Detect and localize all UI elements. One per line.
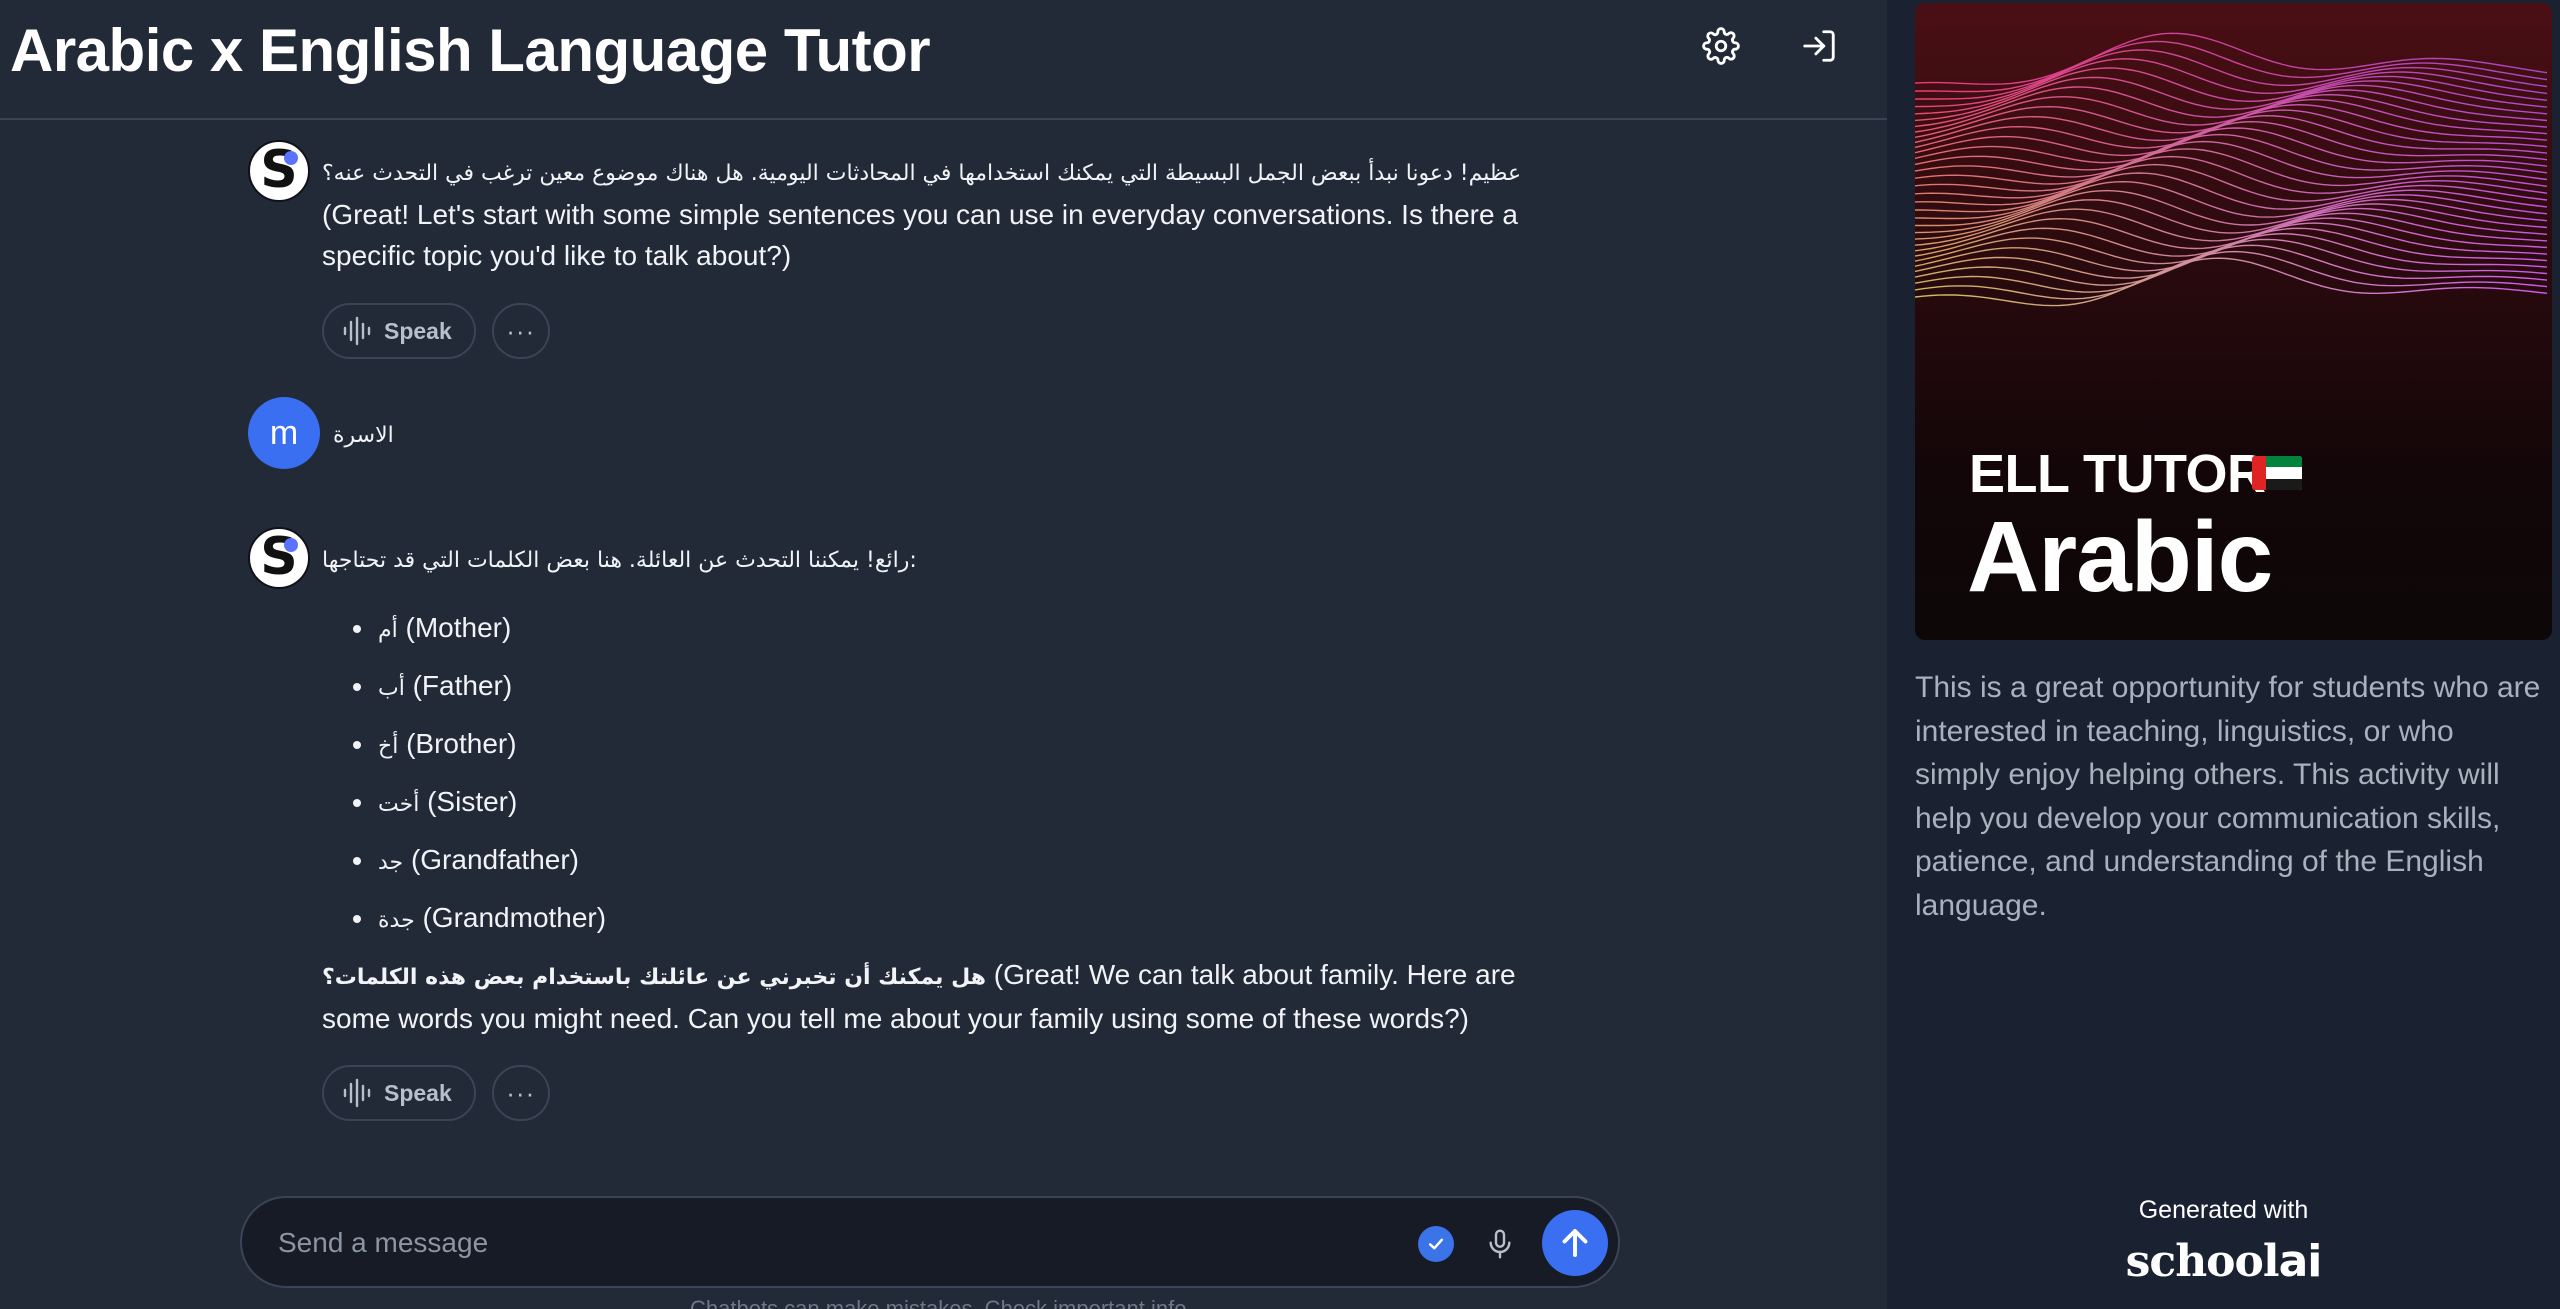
cover-subtitle: ELL TUTOR xyxy=(1969,444,2266,504)
logo-dot xyxy=(284,538,298,552)
send-button[interactable] xyxy=(1542,1210,1608,1276)
microphone-button[interactable] xyxy=(1478,1222,1522,1266)
list-item: جد (Grandfather) xyxy=(376,832,606,890)
speak-button[interactable]: Speak xyxy=(322,1065,476,1121)
wave-line xyxy=(1915,238,2548,286)
list-item: أب (Father) xyxy=(376,658,606,716)
assistant-avatar: S xyxy=(248,140,310,202)
more-options-button[interactable]: ··· xyxy=(491,303,550,359)
ellipsis-icon: ··· xyxy=(506,315,536,346)
user-message: الاسرة xyxy=(333,412,1593,456)
assistant-message: عظيم! دعونا نبدأ ببعض الجمل البسيطة التي… xyxy=(322,150,1582,276)
soundwave-icon xyxy=(343,316,371,346)
speak-label: Speak xyxy=(384,1079,452,1106)
disclaimer-text: Chatbots can make mistakes. Check import… xyxy=(690,1296,1193,1309)
message-actions: Speak ··· xyxy=(322,1065,550,1121)
more-options-button[interactable]: ··· xyxy=(491,1065,550,1121)
message-english: (Great! Let's start with some simple sen… xyxy=(322,199,1518,271)
list-item: أخت (Sister) xyxy=(376,774,606,832)
brand-word: school xyxy=(2125,1236,2280,1287)
message-arabic: عظيم! دعونا نبدأ ببعض الجمل البسيطة التي… xyxy=(322,161,1522,186)
logout-button[interactable] xyxy=(1795,22,1843,70)
avatar-letter: m xyxy=(269,413,299,452)
chat-pane: Arabic x English Language Tutor S عظيم! … xyxy=(0,0,1887,1309)
assistant-message-question: هل يمكنك أن تخبرني عن عائلتك باستخدام بع… xyxy=(322,954,1582,1039)
user-message-text: الاسرة xyxy=(333,423,394,448)
question-arabic: هل يمكنك أن تخبرني عن عائلتك باستخدام بع… xyxy=(322,965,986,990)
uae-flag-icon xyxy=(2252,456,2302,490)
settings-button[interactable] xyxy=(1697,22,1745,70)
verify-toggle[interactable] xyxy=(1418,1226,1454,1262)
assistant-message-intro: رائع! يمكننا التحدث عن العائلة. هنا بعض … xyxy=(322,537,1582,581)
intro-arabic: رائع! يمكننا التحدث عن العائلة. هنا بعض … xyxy=(322,548,917,573)
wave-line xyxy=(1915,257,2548,307)
assistant-avatar: S xyxy=(248,527,310,589)
soundwave-icon xyxy=(343,1078,371,1108)
brand-suffix: ai xyxy=(2278,1236,2323,1287)
check-icon xyxy=(1428,1238,1444,1250)
wave-line xyxy=(1915,199,2548,240)
arrow-up-icon xyxy=(1562,1229,1588,1257)
speak-button[interactable]: Speak xyxy=(322,303,476,359)
speak-label: Speak xyxy=(384,317,452,344)
wave-lines-graphic xyxy=(1915,32,2548,307)
list-item: أم (Mother) xyxy=(376,600,606,658)
ellipsis-icon: ··· xyxy=(506,1077,536,1108)
cover-title: Arabic xyxy=(1967,501,2273,613)
message-input[interactable] xyxy=(278,1218,1418,1268)
microphone-icon xyxy=(1489,1229,1511,1259)
activity-description: This is a great opportunity for students… xyxy=(1915,671,2541,922)
gear-icon xyxy=(1702,27,1740,65)
schoolai-brand-logo[interactable]: schoolai xyxy=(1887,1236,2560,1287)
logo-dot xyxy=(284,151,298,165)
user-avatar: m xyxy=(248,397,320,469)
list-item: جدة (Grandmother) xyxy=(376,890,606,948)
message-composer xyxy=(240,1196,1620,1288)
wave-line xyxy=(1915,120,2548,171)
generated-with-label: Generated with xyxy=(2138,1196,2309,1224)
cover-image: ELL TUTOR Arabic xyxy=(1915,3,2552,640)
wave-line xyxy=(1915,49,2548,100)
header: Arabic x English Language Tutor xyxy=(0,0,1887,120)
info-sidebar: ELL TUTOR Arabic This is a great opportu… xyxy=(1887,0,2560,1309)
wave-line xyxy=(1915,32,2548,85)
logout-icon xyxy=(1803,30,1835,62)
message-actions: Speak ··· xyxy=(322,303,550,359)
list-item: أخ (Brother) xyxy=(376,716,606,774)
vocabulary-list: أم (Mother) أب (Father) أخ (Brother) أخت… xyxy=(376,600,606,948)
page-title: Arabic x English Language Tutor xyxy=(10,17,931,84)
